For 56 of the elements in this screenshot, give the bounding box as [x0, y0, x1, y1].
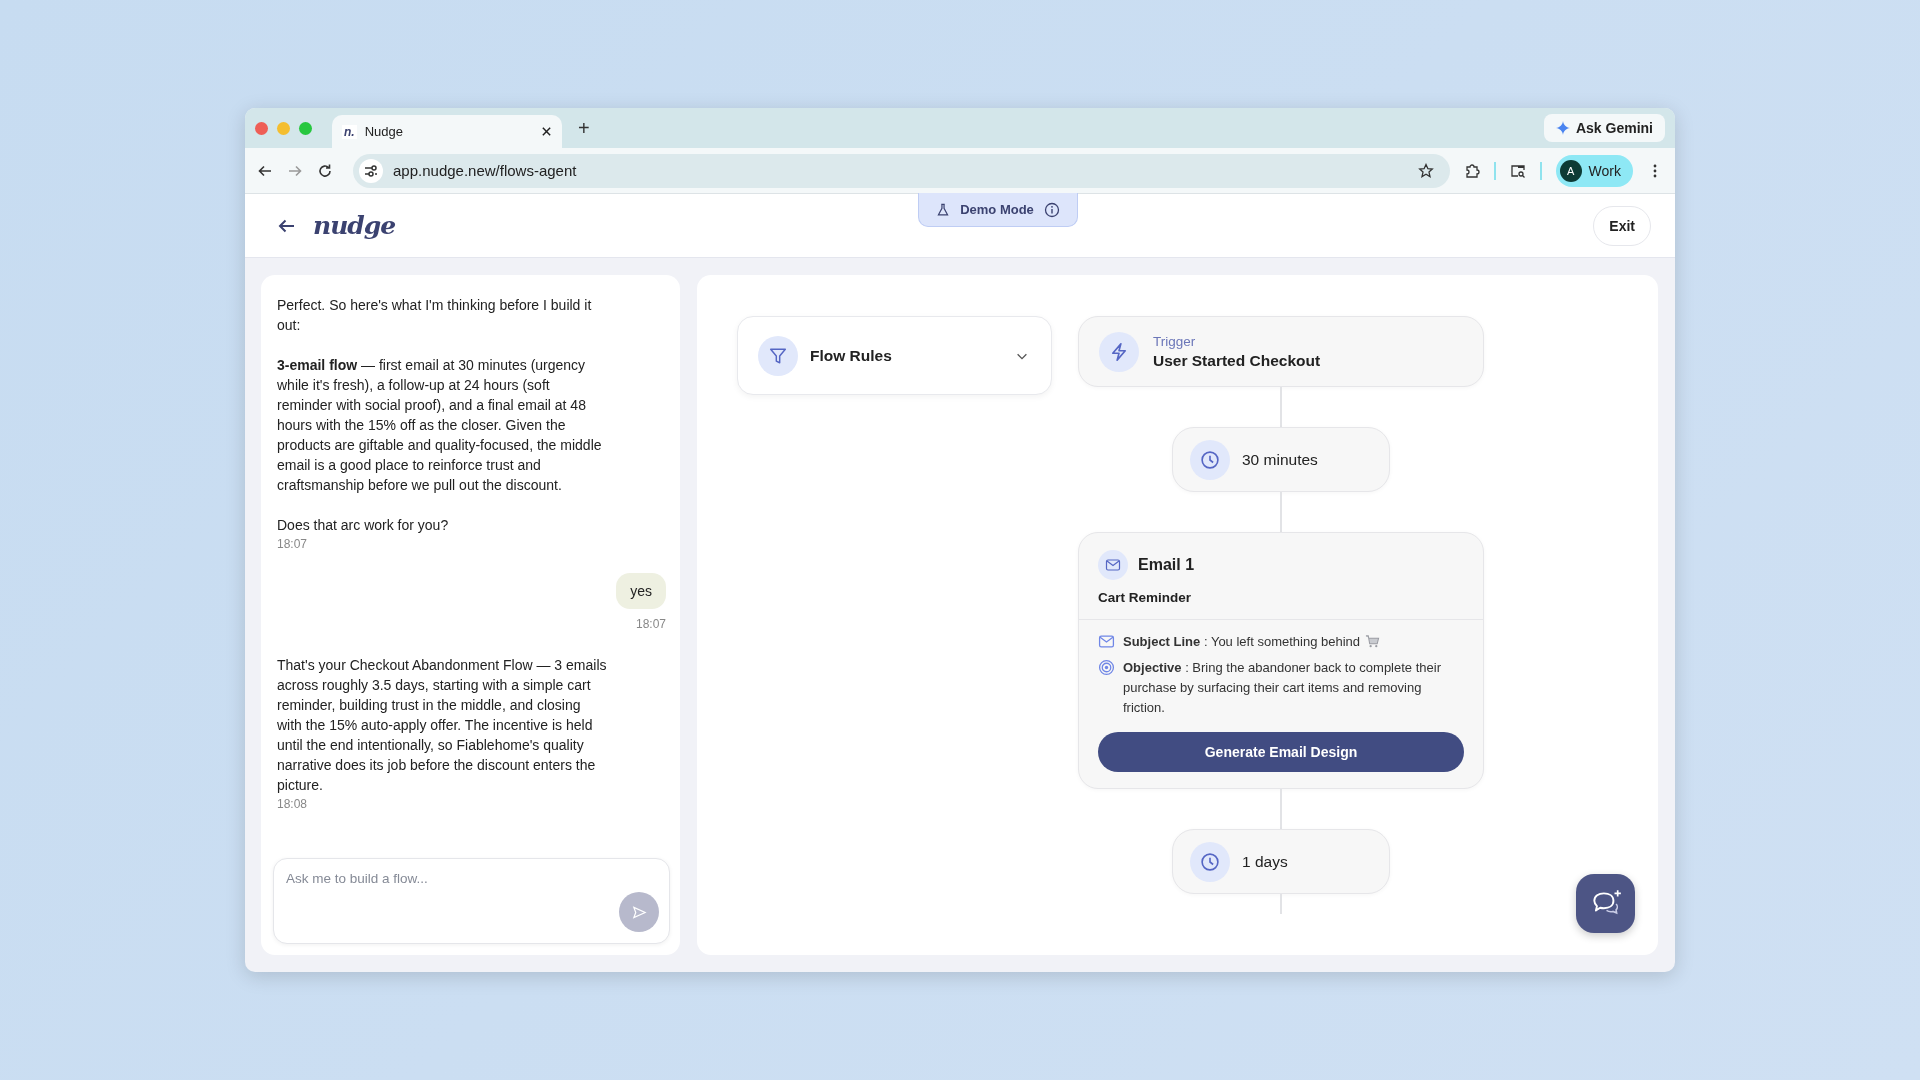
profile-avatar: A [1559, 159, 1582, 182]
site-settings-icon[interactable] [359, 158, 383, 183]
delay-node[interactable]: 1 days [1172, 829, 1390, 894]
info-icon[interactable] [1043, 201, 1060, 218]
close-window-button[interactable] [255, 121, 268, 135]
demo-mode-label: Demo Mode [960, 202, 1034, 217]
message-time: 18:08 [277, 797, 309, 811]
message-time: 18:07 [635, 617, 666, 631]
delay-duration: 30 minutes [1242, 450, 1318, 469]
tab-favicon: n. [342, 124, 357, 139]
delay-node[interactable]: 30 minutes [1172, 427, 1390, 492]
tab-search-icon[interactable] [1509, 162, 1526, 179]
node-label: Trigger [1153, 333, 1197, 349]
email-subtitle: Cart Reminder [1098, 590, 1193, 605]
flask-icon [936, 202, 951, 217]
lightning-icon [1109, 341, 1129, 362]
message-time: 18:07 [277, 537, 309, 551]
assistant-message: Does that arc work for you? [277, 516, 450, 535]
generate-email-design-button[interactable]: Generate Email Design [1098, 732, 1464, 772]
node-title: User Started Checkout [1153, 351, 1321, 370]
chat-input[interactable]: Ask me to build a flow... [273, 858, 670, 944]
sparkle-icon [1555, 121, 1570, 135]
ask-gemini-button[interactable]: Ask Gemini [1543, 114, 1665, 142]
nudge-logo: nudge [313, 211, 396, 240]
assistant-message: Perfect. So here's what I'm thinking before I build it out: [277, 296, 593, 335]
email-node[interactable] [1078, 532, 1484, 789]
profile-button[interactable]: A Work [1555, 154, 1633, 187]
email-detail: Objective : Bring the abandoner back to complete their purchase by surfacing their cart items and removing friction. [1123, 659, 1442, 717]
star-icon[interactable] [1417, 162, 1434, 179]
envelope-icon [1098, 633, 1115, 650]
user-message: yes [616, 573, 666, 609]
assistant-message: 3-email flow — first email at 30 minutes (urgency while it's fresh), a follow-up at 24 hours (soft reminder with social proof), and a final email at 48 hours with the 15% off as the closer. Given the products are giftable and quality-focused, the middle email is a good place to reinforce trust and craftsmanship before we pull out the discount. [277, 356, 603, 495]
address-text: app.nudge.new/flows-agent [393, 162, 577, 179]
reload-icon[interactable] [317, 162, 333, 179]
target-icon [1098, 659, 1115, 676]
address-bar[interactable]: app.nudge.new/flows-agent [353, 153, 1450, 188]
clock-icon [1200, 851, 1220, 872]
email-title: Email 1 [1138, 556, 1195, 574]
profile-label: Work [1588, 162, 1621, 179]
new-tab-button[interactable]: + [570, 116, 598, 140]
send-icon [631, 904, 647, 920]
tab-title: Nudge [364, 124, 404, 139]
delay-duration: 1 days [1242, 852, 1288, 871]
close-tab-icon[interactable] [541, 126, 552, 137]
trigger-node[interactable]: Trigger User Started Checkout [1078, 316, 1484, 387]
exit-button[interactable]: Exit [1593, 205, 1651, 246]
clock-icon [1200, 449, 1220, 470]
chat-assistant-button[interactable] [1576, 874, 1635, 933]
filter-icon [769, 346, 787, 365]
cart-icon [1365, 634, 1381, 649]
email-detail: Subject Line : You left something behind [1123, 633, 1361, 651]
puzzle-icon[interactable] [1463, 162, 1480, 179]
flow-rules-dropdown[interactable]: Flow Rules [737, 316, 1052, 395]
browser-tab[interactable]: n. Nudge [332, 115, 562, 148]
envelope-icon [1105, 557, 1121, 573]
assistant-message: That's your Checkout Abandonment Flow — 3 emails across roughly 3.5 days, starting with a simple cart reminder, building trust in the middle, and closing with the 15% auto-apply offer. The incentive is held until the end intentionally, so Fiablehome's quality narrative does its job before the discount enters the picture. [277, 656, 607, 795]
